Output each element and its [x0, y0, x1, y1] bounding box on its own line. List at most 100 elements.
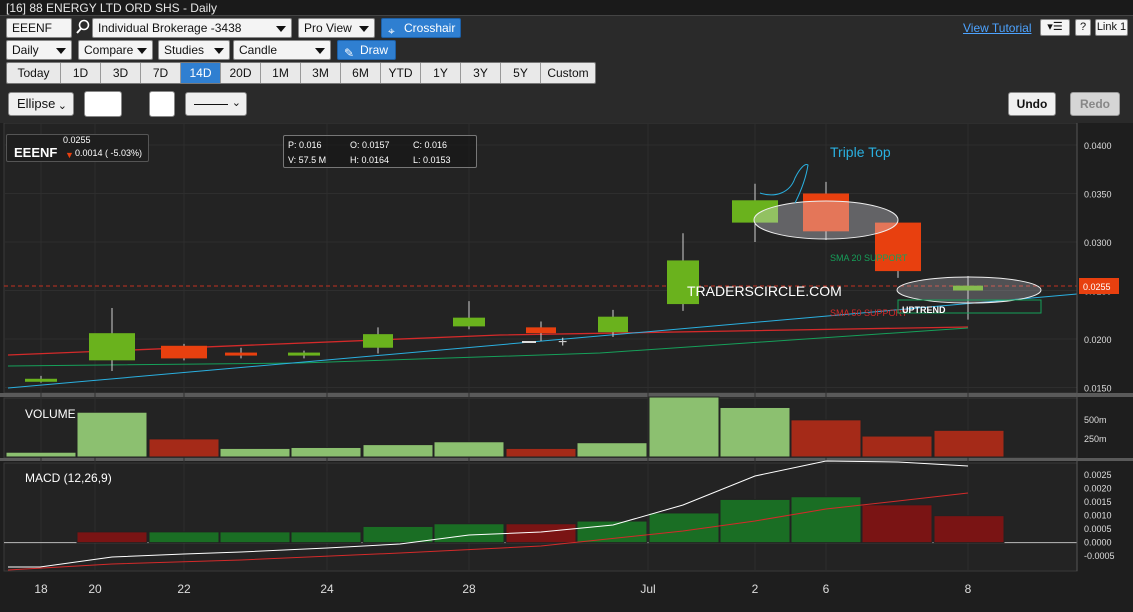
chevron-down-icon: ⌄ [231, 97, 241, 109]
candle-body [363, 334, 393, 348]
volume-bar [861, 435, 933, 458]
range-button-1d[interactable]: 1D [61, 63, 101, 83]
sma-20-label: SMA 20 SUPPORT [830, 253, 908, 263]
date-tick-label: 6 [823, 582, 830, 596]
range-button-1y[interactable]: 1Y [421, 63, 461, 83]
range-button-7d[interactable]: 7D [141, 63, 181, 83]
studies-select[interactable]: Studies [158, 40, 230, 60]
window-title: [16] 88 ENERGY LTD ORD SHS - Daily [6, 1, 217, 15]
menu-button[interactable]: ▾☰ [1040, 19, 1070, 36]
macd-tick-label: 0.0005 [1084, 524, 1112, 534]
ohlc-close: C: 0.016 [413, 140, 448, 150]
range-button-today[interactable]: Today [7, 63, 61, 83]
date-tick-label: 28 [462, 582, 476, 596]
line-color-swatch[interactable] [149, 91, 175, 117]
price-tick-label: 0.0150 [1084, 384, 1112, 394]
link-button[interactable]: Link 1 [1095, 19, 1128, 36]
volume-tick-label: 250m [1084, 434, 1107, 444]
date-tick-label: 2 [752, 582, 759, 596]
chart-type-select[interactable]: Candle [233, 40, 331, 60]
ohlc-high: H: 0.0164 [350, 155, 390, 165]
symbol-input[interactable]: EEENF [6, 18, 72, 38]
price-tick-label: 0.0200 [1084, 335, 1112, 345]
help-button[interactable]: ? [1075, 19, 1091, 36]
pencil-icon: ✎ [344, 46, 355, 60]
volume-bar [5, 451, 77, 458]
compare-label: Compare [84, 43, 134, 57]
search-icon[interactable] [75, 19, 91, 38]
drawing-toolbar: Ellipse ⌄ ⌄ Undo Redo [0, 88, 1133, 120]
quote-symbol: EEENF [14, 145, 58, 160]
quote-price: 0.0255 [63, 135, 91, 145]
macd-histogram-bar [219, 531, 291, 544]
window-titlebar: [16] 88 ENERGY LTD ORD SHS - Daily [0, 0, 1133, 16]
studies-label: Studies [164, 43, 205, 57]
volume-bar [648, 396, 720, 458]
candle-body [598, 316, 628, 333]
range-button-14d[interactable]: 14D [181, 63, 221, 83]
range-button-3m[interactable]: 3M [301, 63, 341, 83]
macd-tick-label: 0.0015 [1084, 497, 1112, 507]
watermark-label: TRADERSCIRCLE.COM [687, 283, 842, 299]
triple-top-label: Triple Top [830, 144, 891, 160]
range-button-5y[interactable]: 5Y [501, 63, 541, 83]
view-tutorial-link[interactable]: View Tutorial [963, 21, 1031, 35]
macd-histogram-bar [148, 531, 220, 544]
quote-change: 0.0014 ( -5.03%) [75, 148, 143, 158]
date-tick-label: Jul [640, 582, 655, 596]
chevron-down-icon [137, 48, 147, 54]
date-tick-label: 20 [88, 582, 102, 596]
price-chart[interactable]: 0.04000.03500.03000.02500.02000.01501820… [0, 123, 1133, 612]
compare-select[interactable]: Compare [78, 40, 153, 60]
macd-histogram-bar [790, 496, 862, 544]
undo-button[interactable]: Undo [1008, 92, 1056, 116]
range-button-1m[interactable]: 1M [261, 63, 301, 83]
range-selector: Today 1D 3D 7D 14D 20D 1M 3M 6M YTD 1Y 3Y 5Y Custom [6, 62, 596, 84]
range-button-20d[interactable]: 20D [221, 63, 261, 83]
draw-button[interactable]: ✎ Draw [337, 40, 396, 60]
shape-select[interactable]: Ellipse ⌄ [8, 92, 74, 116]
volume-bar [76, 411, 148, 458]
shape-label: Ellipse [17, 96, 56, 111]
macd-histogram-bar [576, 520, 648, 544]
menu-icon: ▾☰ [1047, 21, 1063, 33]
range-button-3d[interactable]: 3D [101, 63, 141, 83]
macd-histogram-bar [362, 525, 434, 544]
range-button-ytd[interactable]: YTD [381, 63, 421, 83]
fill-color-swatch[interactable] [84, 91, 122, 117]
macd-tick-label: 0.0010 [1084, 511, 1112, 521]
crosshair-label: Crosshair [404, 21, 456, 35]
view-select[interactable]: Pro View [298, 18, 375, 38]
volume-bar [362, 444, 434, 458]
chevron-down-icon: ⌄ [57, 100, 67, 112]
macd-histogram-bar [433, 523, 505, 544]
volume-bar [719, 406, 791, 458]
ohlc-low: L: 0.0153 [413, 155, 451, 165]
redo-button[interactable]: Redo [1070, 92, 1120, 116]
view-label: Pro View [304, 21, 352, 35]
link-label: Link 1 [1096, 21, 1127, 33]
chevron-down-icon [214, 48, 224, 54]
range-button-custom[interactable]: Custom [541, 63, 595, 83]
crosshair-button[interactable]: ⌖ Crosshair [381, 18, 461, 38]
candle-body [89, 333, 135, 361]
range-button-6m[interactable]: 6M [341, 63, 381, 83]
range-button-3y[interactable]: 3Y [461, 63, 501, 83]
candle-body [25, 378, 57, 382]
pane-separator [0, 393, 1133, 397]
volume-bar [790, 419, 862, 458]
account-select[interactable]: Individual Brokerage -3438 [92, 18, 292, 38]
ohlc-open: O: 0.0157 [350, 140, 390, 150]
interval-select[interactable]: Daily [6, 40, 72, 60]
line-style-preview [194, 104, 228, 105]
help-label: ? [1079, 21, 1087, 33]
date-tick-label: 22 [177, 582, 191, 596]
last-price-label: 0.0255 [1083, 282, 1111, 292]
candle-body [526, 327, 556, 334]
line-style-select[interactable]: ⌄ [185, 92, 247, 116]
macd-tick-label: 0.0020 [1084, 484, 1112, 494]
ohlc-box: P: 0.016 O: 0.0157 C: 0.016 V: 57.5 M H:… [283, 135, 477, 168]
macd-histogram-bar [861, 504, 933, 544]
macd-tick-label: -0.0005 [1084, 551, 1115, 561]
volume-title: VOLUME [25, 407, 76, 421]
